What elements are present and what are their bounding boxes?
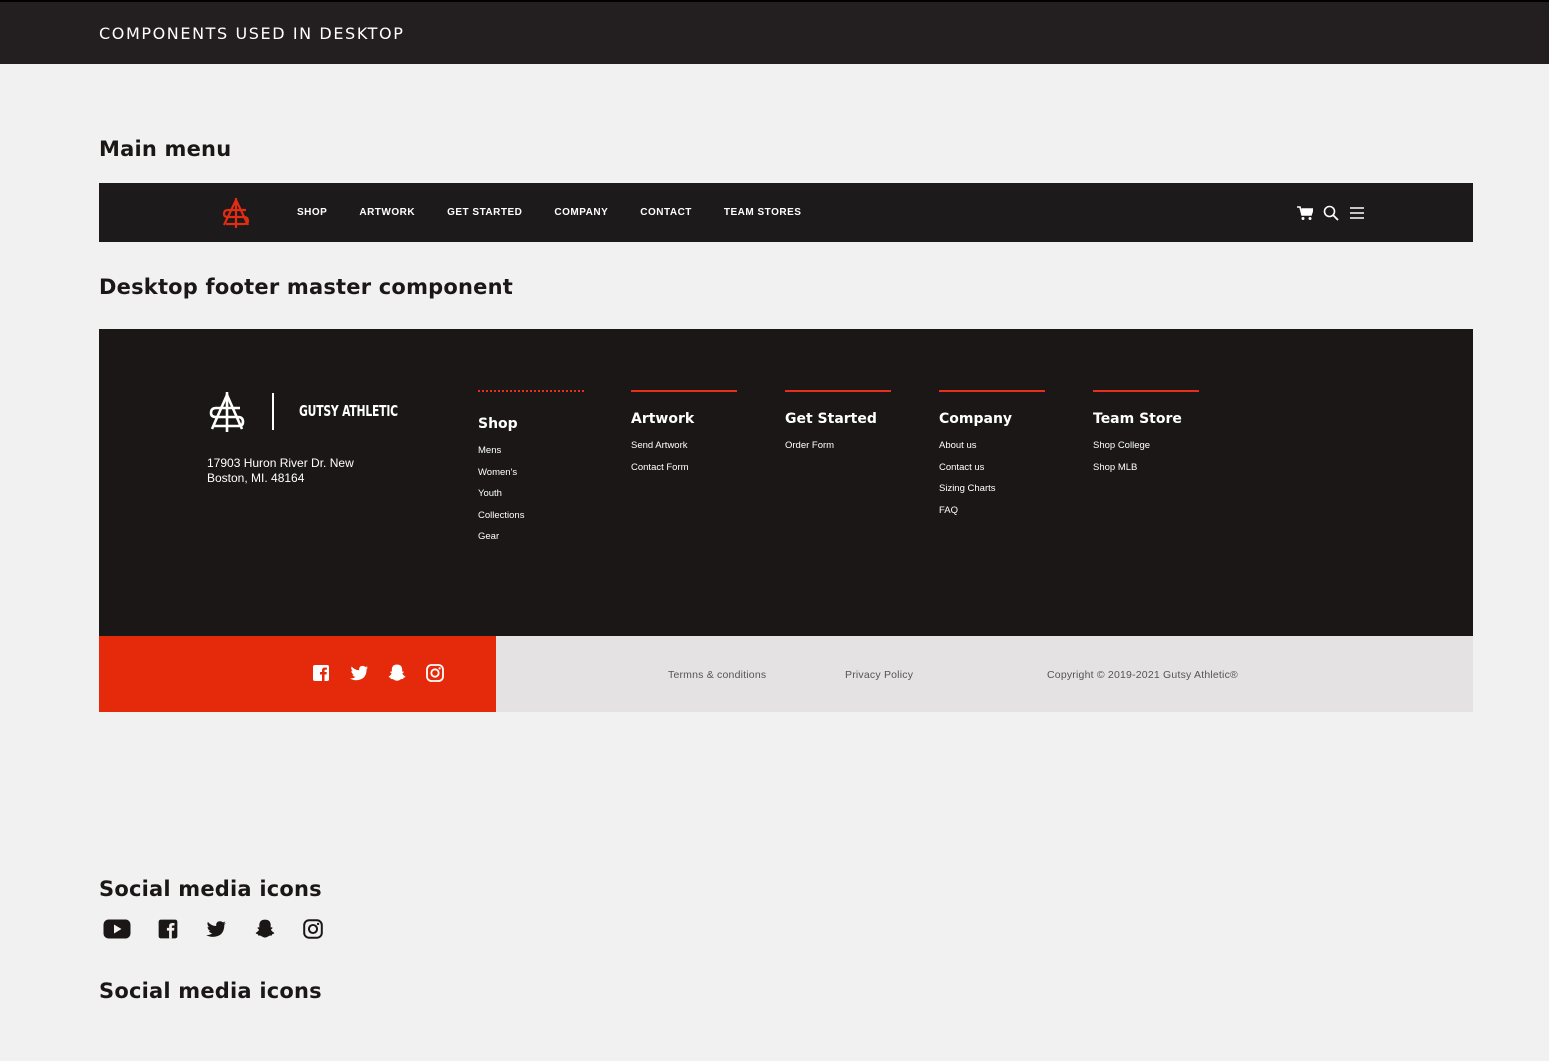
footer-column-team-store: Team Store Shop College Shop MLB (1093, 390, 1199, 483)
column-accent-line (1093, 390, 1199, 392)
main-menu-heading: Main menu (99, 137, 232, 161)
terms-link[interactable]: Termns & conditions (668, 669, 766, 681)
page-title: COMPONENTS USED IN DESKTOP (99, 24, 405, 43)
nav-item-contact[interactable]: CONTACT (640, 207, 692, 218)
main-menu: SHOP ARTWORK GET STARTED COMPANY CONTACT… (99, 183, 1473, 242)
column-accent-line (478, 390, 584, 392)
footer-link-order-form[interactable]: Order Form (785, 440, 891, 462)
social-icons-heading-2: Social media icons (99, 979, 322, 1003)
copyright-text: Copyright © 2019-2021 Gutsy Athletic® (1047, 669, 1238, 681)
twitter-icon[interactable] (349, 663, 369, 683)
instagram-icon[interactable] (302, 918, 324, 940)
company-address: 17903 Huron River Dr. New Boston, MI. 48… (207, 456, 354, 485)
footer-link-mens[interactable]: Mens (478, 445, 584, 467)
footer-column-artwork: Artwork Send Artwork Contact Form (631, 390, 737, 483)
desktop-footer: GUTSY ATHLETIC 17903 Huron River Dr. New… (99, 329, 1473, 636)
footer-link-collections[interactable]: Collections (478, 510, 584, 532)
footer-column-company: Company About us Contact us Sizing Chart… (939, 390, 1045, 526)
footer-column-get-started: Get Started Order Form (785, 390, 891, 462)
footer-link-about-us[interactable]: About us (939, 440, 1045, 462)
footer-column-shop: Shop Mens Women's Youth Collections Gear (478, 390, 584, 553)
main-nav: SHOP ARTWORK GET STARTED COMPANY CONTACT… (297, 207, 833, 218)
brand-logo-icon[interactable] (220, 197, 252, 229)
social-icons-set (103, 918, 324, 940)
column-title: Team Store (1093, 411, 1182, 427)
search-icon[interactable] (1323, 205, 1339, 221)
footer-link-contact-form[interactable]: Contact Form (631, 462, 737, 484)
nav-item-get-started[interactable]: GET STARTED (447, 207, 522, 218)
facebook-icon[interactable] (157, 918, 179, 940)
social-icons-heading: Social media icons (99, 877, 322, 901)
footer-link-shop-mlb[interactable]: Shop MLB (1093, 462, 1199, 484)
footer-link-send-artwork[interactable]: Send Artwork (631, 440, 737, 462)
menu-actions (1297, 205, 1365, 221)
hamburger-menu-icon[interactable] (1349, 205, 1365, 221)
footer-link-womens[interactable]: Women's (478, 467, 584, 489)
column-accent-line (939, 390, 1045, 392)
nav-item-artwork[interactable]: ARTWORK (359, 207, 415, 218)
instagram-icon[interactable] (425, 663, 445, 683)
snapchat-icon[interactable] (254, 918, 276, 940)
youtube-icon[interactable] (103, 918, 131, 940)
footer-heading: Desktop footer master component (99, 275, 513, 299)
column-title: Artwork (631, 411, 695, 427)
footer-link-contact-us[interactable]: Contact us (939, 462, 1045, 484)
top-bar: COMPONENTS USED IN DESKTOP (0, 0, 1549, 64)
nav-item-shop[interactable]: SHOP (297, 207, 327, 218)
column-title: Shop (478, 416, 518, 432)
nav-item-company[interactable]: COMPANY (554, 207, 608, 218)
twitter-icon[interactable] (204, 918, 228, 940)
footer-link-shop-college[interactable]: Shop College (1093, 440, 1199, 462)
footer-link-sizing-charts[interactable]: Sizing Charts (939, 483, 1045, 505)
footer-link-gear[interactable]: Gear (478, 531, 584, 553)
footer-social-icons (311, 663, 463, 683)
privacy-policy-link[interactable]: Privacy Policy (845, 669, 913, 681)
column-title: Company (939, 411, 1013, 427)
brand-wordmark: GUTSY ATHLETIC (299, 402, 398, 420)
column-accent-line (631, 390, 737, 392)
footer-social-bar (99, 636, 496, 712)
cart-icon[interactable] (1297, 205, 1315, 221)
logo-divider (272, 393, 274, 430)
footer-link-faq[interactable]: FAQ (939, 505, 1045, 527)
nav-item-team-stores[interactable]: TEAM STORES (724, 207, 802, 218)
column-title: Get Started (785, 411, 877, 427)
snapchat-icon[interactable] (387, 663, 407, 683)
footer-legal-bar: Termns & conditions Privacy Policy Copyr… (496, 636, 1473, 712)
facebook-icon[interactable] (311, 663, 331, 683)
footer-link-youth[interactable]: Youth (478, 488, 584, 510)
brand-logo-icon[interactable] (207, 391, 247, 433)
column-accent-line (785, 390, 891, 392)
